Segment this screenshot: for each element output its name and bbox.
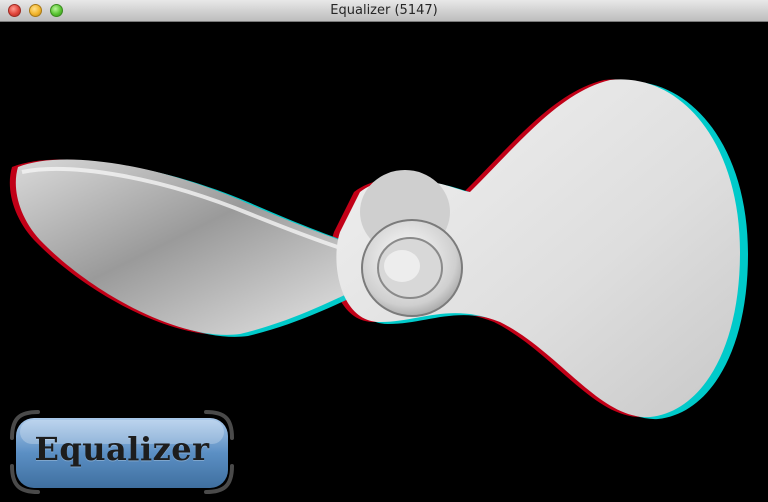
equalizer-logo: Equalizer — [8, 408, 236, 496]
window-title: Equalizer (5147) — [330, 3, 438, 18]
logo-text: Equalizer — [34, 430, 210, 468]
render-viewport[interactable]: Equalizer — [0, 22, 768, 502]
app-window: Equalizer (5147) Equalizer — [0, 0, 768, 502]
title-bar[interactable]: Equalizer (5147) — [0, 0, 768, 22]
